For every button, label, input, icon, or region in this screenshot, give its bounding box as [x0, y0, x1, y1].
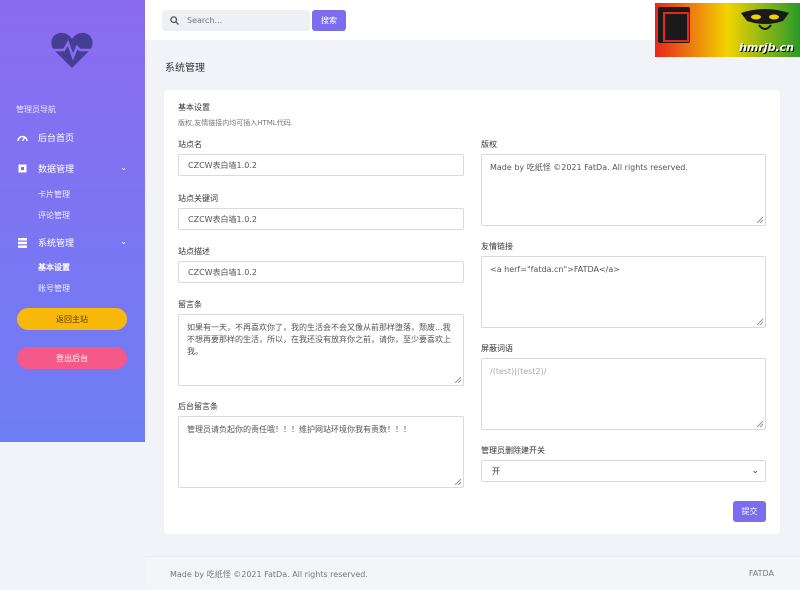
copyright-label: 版权 [481, 140, 497, 149]
resize-handle[interactable] [455, 377, 461, 383]
search-input[interactable] [187, 16, 307, 25]
sidebar-item-label: 数据管理 [38, 165, 75, 175]
site-description-label: 站点描述 [178, 247, 210, 256]
mask-icon [741, 9, 789, 30]
sidebar-item-label: 后台首页 [38, 134, 75, 144]
chevron-down-icon: ⌄ [120, 237, 127, 246]
site-keywords-input[interactable]: CZCW表白墙1.0.2 [178, 208, 464, 230]
footer: Made by 吃纸怪 ©2021 FatDa. All rights rese… [145, 556, 800, 590]
resize-handle[interactable] [757, 421, 763, 427]
watermark-text: hmrjb.cn [739, 41, 794, 54]
message-bar-label: 留言条 [178, 300, 202, 309]
square-icon [16, 163, 28, 175]
card-subtitle: 版权,友情链接内均可插入HTML代码. [178, 119, 293, 127]
list-icon [16, 237, 28, 249]
resize-handle[interactable] [757, 319, 763, 325]
card-title: 基本设置 [178, 103, 210, 112]
delete-switch-select[interactable]: 开 ⌄ [481, 460, 766, 482]
seal-icon [658, 7, 690, 43]
copyright-textarea[interactable]: Made by 吃纸怪 ©2021 FatDa. All rights rese… [481, 154, 766, 226]
footer-brand: FATDA [748, 569, 774, 578]
admin-message-textarea[interactable]: 管理员请负起你的责任哦！！！维护网站环境你我有责数！！！ [178, 416, 464, 488]
message-bar-text: 如果有一天，不再喜欢你了，我的生活会不会又像从前那样堕落，颓废...我不想再要那… [187, 323, 451, 356]
site-keywords-label: 站点关键词 [178, 194, 218, 203]
search-box[interactable] [162, 10, 310, 31]
resize-handle[interactable] [757, 217, 763, 223]
resize-handle[interactable] [455, 479, 461, 485]
friend-links-label: 友情链接 [481, 242, 513, 251]
sidebar: 管理员导航 后台首页 数据管理 ⌄ 卡片管理 评论管理 系统管理 ⌄ 基本设置 … [0, 0, 145, 442]
dashboard-icon [16, 132, 28, 144]
sidebar-item-system-management[interactable]: 系统管理 ⌄ [16, 236, 131, 249]
logout-button[interactable]: 登出后台 [17, 347, 127, 369]
friend-links-textarea[interactable]: <a herf="fatda.cn">FATDA</a> [481, 256, 766, 328]
delete-switch-value: 开 [492, 466, 500, 476]
footer-copyright: Made by 吃纸怪 ©2021 FatDa. All rights rese… [170, 570, 368, 579]
sidebar-subitem-cards[interactable]: 卡片管理 [38, 189, 70, 200]
delete-switch-label: 管理员删除建开关 [481, 446, 545, 455]
sidebar-item-dashboard[interactable]: 后台首页 [16, 131, 131, 144]
chevron-down-icon: ⌄ [751, 466, 759, 476]
sidebar-item-data-management[interactable]: 数据管理 ⌄ [16, 162, 131, 175]
blocked-words-textarea[interactable]: /(test)|(test2)/ [481, 358, 766, 430]
submit-button[interactable]: 提交 [733, 501, 766, 522]
settings-card: 基本设置 版权,友情链接内均可插入HTML代码. 站点名 CZCW表白墙1.0.… [164, 90, 780, 534]
blocked-words-label: 屏蔽词语 [481, 344, 513, 353]
admin-message-label: 后台留言条 [178, 402, 218, 411]
sidebar-item-label: 系统管理 [38, 239, 75, 249]
sidebar-subitem-accounts[interactable]: 账号管理 [38, 283, 70, 294]
sidebar-subitem-basic-settings[interactable]: 基本设置 [38, 262, 70, 273]
site-description-input[interactable]: CZCW表白墙1.0.2 [178, 261, 464, 283]
site-name-label: 站点名 [178, 140, 202, 149]
site-name-input[interactable]: CZCW表白墙1.0.2 [178, 154, 464, 176]
heartbeat-logo-icon[interactable] [50, 30, 94, 70]
watermark-logo: hmrjb.cn [655, 3, 800, 57]
blocked-words-placeholder: /(test)|(test2)/ [490, 367, 547, 376]
friend-links-text: <a herf="fatda.cn">FATDA</a> [490, 265, 620, 274]
copyright-text: Made by 吃纸怪 ©2021 FatDa. All rights rese… [490, 163, 688, 172]
chevron-down-icon: ⌄ [120, 163, 127, 172]
back-to-site-button[interactable]: 返回主站 [17, 308, 127, 330]
sidebar-subitem-comments[interactable]: 评论管理 [38, 210, 70, 221]
admin-message-text: 管理员请负起你的责任哦！！！维护网站环境你我有责数！！！ [187, 425, 411, 434]
search-button[interactable]: 搜索 [312, 10, 346, 31]
page-title: 系统管理 [165, 63, 205, 74]
search-icon [170, 16, 179, 25]
nav-heading: 管理员导航 [16, 105, 56, 114]
message-bar-textarea[interactable]: 如果有一天，不再喜欢你了，我的生活会不会又像从前那样堕落，颓废...我不想再要那… [178, 314, 464, 386]
